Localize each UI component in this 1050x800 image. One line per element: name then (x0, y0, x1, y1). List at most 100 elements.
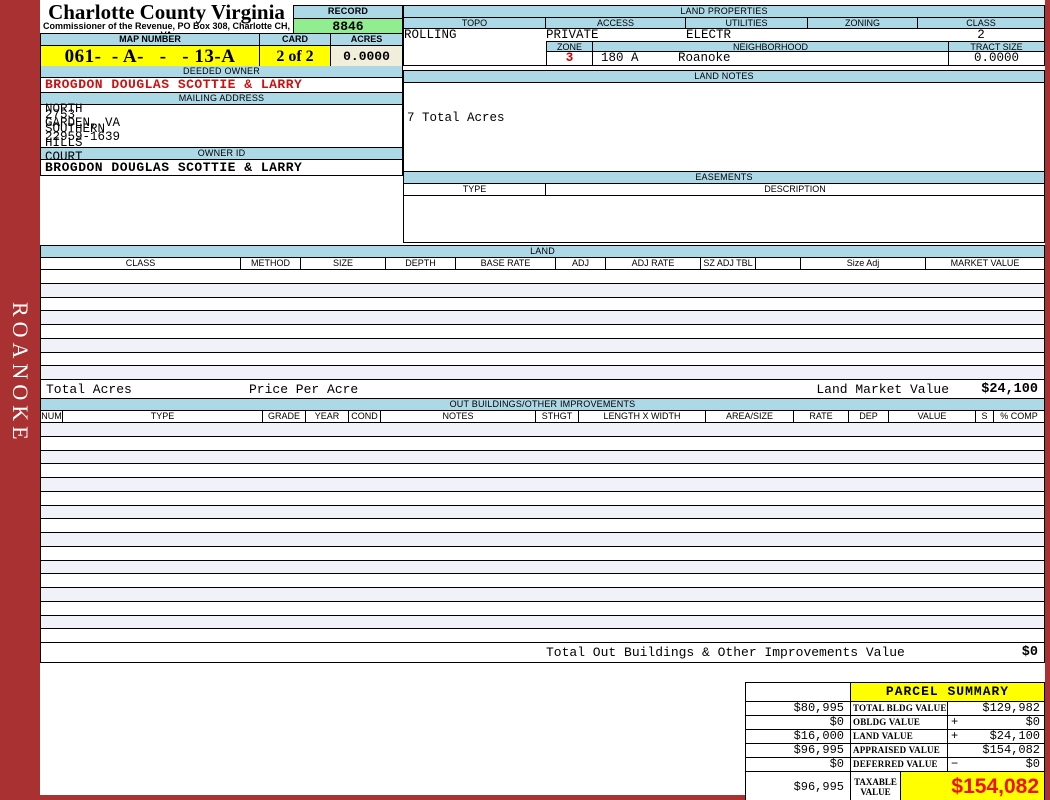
land-table-title: LAND (41, 246, 1044, 258)
row-value: $129,982 (982, 701, 1040, 715)
topo-label: TOPO (404, 18, 546, 29)
owner-block: DEEDED OWNER BROGDON DOUGLAS SCOTTIE & L… (40, 66, 403, 176)
card-value: 2 of 2 (260, 46, 331, 68)
row-operator: + (951, 715, 959, 729)
ob-col-sthgt: STHGT (536, 411, 579, 422)
land-col-blank (756, 258, 801, 269)
deeded-owner-value: BROGDON DOUGLAS SCOTTIE & LARRY (41, 78, 402, 93)
ob-col-s: S (976, 411, 994, 422)
record-number: 8846 (294, 19, 402, 34)
empty-table-row (41, 560, 1044, 575)
zoning-label: ZONING (808, 18, 918, 29)
empty-table-row (41, 450, 1044, 465)
easement-type-label: TYPE (404, 184, 546, 195)
empty-table-row (41, 283, 1044, 298)
land-market-value: $24,100 (981, 382, 1038, 397)
land-market-value-label: Land Market Value (816, 382, 949, 397)
taxable-prior-value: $96,995 (746, 772, 851, 800)
empty-table-row (41, 366, 1044, 380)
zone-value: 3 (547, 52, 593, 65)
row-value: $0 (1025, 757, 1040, 771)
tract-size-value: 0.0000 (973, 51, 1019, 65)
row-value: $24,100 (989, 729, 1040, 743)
land-notes-text: 7 Total Acres (407, 111, 505, 125)
empty-table-row (41, 588, 1044, 602)
row-operator: − (951, 757, 959, 771)
summary-row-total-bldg: $80,995 TOTAL BLDG VALUE $129,982 (746, 702, 1044, 716)
summary-row-land: $16,000 LAND VALUE + $24,100 (746, 730, 1044, 744)
taxable-value: $154,082 (901, 772, 1044, 800)
row-label: TOTAL BLDG VALUE (853, 702, 948, 715)
class-label: CLASS (918, 18, 1044, 29)
acres-value: 0.0000 (331, 46, 402, 68)
utilities-value: ELECTR (686, 29, 732, 41)
summary-row-deferred: $0 DEFERRED VALUE − $0 (746, 758, 1044, 772)
empty-table-row (41, 491, 1044, 506)
summary-blank-cell (746, 683, 851, 701)
taxable-value-label: TAXABLE VALUE (851, 772, 901, 800)
out-buildings-total-label: Total Out Buildings & Other Improvements… (546, 645, 905, 660)
land-col-base-rate: BASE RATE (456, 258, 556, 269)
out-buildings-total-value: $0 (1021, 645, 1038, 660)
county-title: Charlotte County Virginia (48, 0, 285, 24)
land-col-method: METHOD (241, 258, 301, 269)
empty-table-row (41, 615, 1044, 630)
summary-row-appraised: $96,995 APPRAISED VALUE $154,082 (746, 744, 1044, 758)
zoning-value (808, 29, 918, 41)
ob-col-area-size: AREA/SIZE (706, 411, 794, 422)
empty-table-row (41, 423, 1044, 437)
access-label: ACCESS (546, 18, 686, 29)
ob-col-num: NUM (41, 411, 63, 422)
empty-table-row (41, 601, 1044, 616)
out-buildings-empty-rows (41, 423, 1044, 643)
empty-table-row (41, 270, 1044, 284)
district-vertical-label: ROANOKE (8, 302, 33, 445)
ob-col-cond: COND (349, 411, 381, 422)
zone-value-spacer (404, 52, 547, 65)
prior-value: $96,995 (746, 744, 851, 757)
topo-value: ROLLING (404, 29, 457, 41)
summary-row-taxable: $96,995 TAXABLE VALUE $154,082 (746, 772, 1044, 800)
prior-value: $80,995 (746, 702, 851, 715)
utilities-label: UTILITIES (686, 18, 808, 29)
mailing-address: 2753 SOUTHERN HILLS COURT NORTH GARDEN, … (41, 102, 402, 164)
land-empty-rows (41, 270, 1044, 380)
prior-value: $16,000 (746, 730, 851, 743)
row-operator (948, 702, 965, 715)
easements-title: EASEMENTS (404, 172, 1044, 184)
easements-body (404, 196, 1044, 242)
row-operator (948, 744, 965, 757)
ob-col-value: VALUE (889, 411, 976, 422)
ob-col-dep: DEP (849, 411, 889, 422)
ob-col-type: TYPE (63, 411, 263, 422)
land-col-adj-rate: ADJ RATE (606, 258, 701, 269)
land-col-depth: DEPTH (386, 258, 456, 269)
parcel-summary: PARCEL SUMMARY $80,995 TOTAL BLDG VALUE … (745, 682, 1045, 800)
land-col-size: SIZE (301, 258, 386, 269)
prior-value: $0 (746, 758, 851, 771)
empty-table-row (41, 533, 1044, 547)
empty-table-row (41, 311, 1044, 325)
zone-extra-value: 180 A (601, 51, 639, 65)
row-label: OBLDG VALUE (851, 716, 948, 729)
ob-col-grade: GRADE (263, 411, 306, 422)
zone-row-spacer (404, 41, 547, 52)
empty-table-row (41, 546, 1044, 561)
row-label: LAND VALUE (851, 730, 948, 743)
row-operator: + (951, 729, 959, 743)
acres-label: ACRES (331, 34, 402, 46)
land-col-market-value: MARKET VALUE (950, 258, 1020, 268)
ob-col-year: YEAR (306, 411, 349, 422)
property-record-card: ROANOKE Charlotte County Virginia Commis… (0, 0, 1050, 800)
land-totals-row: Total Acres Price Per Acre Land Market V… (41, 380, 1044, 399)
land-properties-section: LAND PROPERTIES TOPO ACCESS UTILITIES ZO… (403, 5, 1045, 66)
neighborhood-label: NEIGHBORHOOD (593, 41, 949, 52)
easement-description-label: DESCRIPTION (764, 184, 826, 194)
card-label: CARD (260, 34, 331, 46)
summary-row-obldg: $0 OBLDG VALUE + $0 (746, 716, 1044, 730)
empty-table-row (41, 325, 1044, 339)
empty-table-row (41, 505, 1044, 520)
empty-table-row (41, 629, 1044, 643)
land-properties-title: LAND PROPERTIES (404, 6, 1044, 18)
total-acres-label: Total Acres (46, 382, 132, 397)
